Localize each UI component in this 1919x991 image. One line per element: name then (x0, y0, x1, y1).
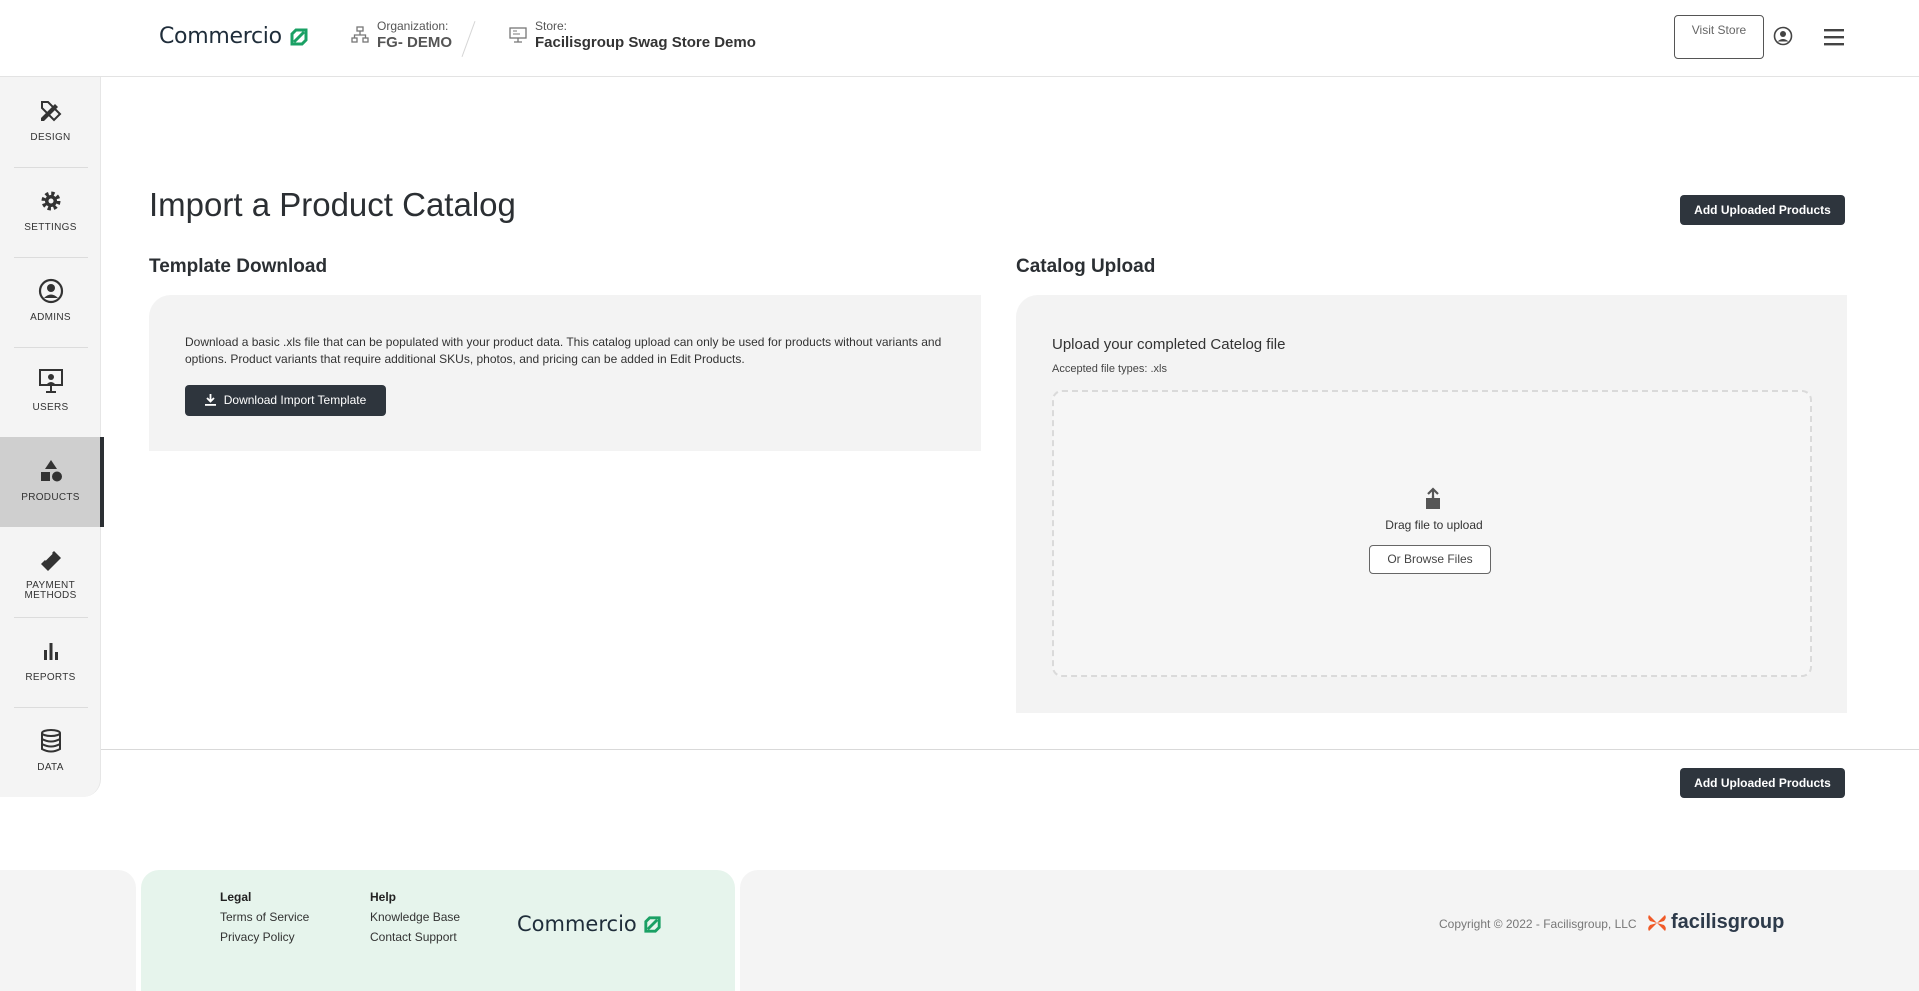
sidebar-label: PAYMENT METHODS (24, 580, 77, 601)
sidebar-label: USERS (32, 402, 69, 413)
accepted-file-types: Accepted file types: .xls (1052, 363, 1167, 375)
top-bar: Commercio Organization: FG- DEMO Store: … (0, 0, 1919, 77)
sidebar-item-products[interactable]: PRODUCTS (0, 437, 104, 527)
footer-commercio-logo: Commercio (517, 912, 663, 936)
org-value: FG- DEMO (377, 34, 452, 51)
organization-selector[interactable]: Organization: FG- DEMO (351, 19, 452, 53)
terms-link[interactable]: Terms of Service (220, 910, 309, 924)
sidebar-label: ADMINS (30, 312, 71, 323)
commercio-logo[interactable]: Commercio (159, 24, 310, 49)
user-account-icon[interactable] (1773, 26, 1793, 46)
header-separator (461, 20, 476, 58)
commercio-logo-icon (644, 915, 661, 933)
org-chart-icon (351, 26, 369, 43)
template-download-heading: Template Download (149, 256, 328, 277)
card-icon (41, 551, 61, 571)
template-download-panel: Download a basic .xls file that can be p… (149, 295, 981, 451)
presentation-user-icon (39, 369, 63, 393)
upload-share-icon (1426, 487, 1440, 509)
gear-icon (41, 191, 61, 211)
shapes-icon (41, 460, 62, 482)
org-label: Organization: (377, 19, 449, 33)
database-icon (41, 729, 61, 753)
sidebar-item-reports[interactable]: REPORTS (0, 617, 101, 707)
add-uploaded-products-button[interactable]: Add Uploaded Products (1680, 195, 1845, 225)
store-label: Store: (535, 19, 568, 33)
user-circle-icon (38, 278, 64, 304)
sidebar-label: DESIGN (30, 132, 71, 143)
sidebar-item-data[interactable]: DATA (0, 707, 101, 797)
sidebar-label: REPORTS (25, 672, 76, 683)
sidebar-label: PRODUCTS (21, 492, 80, 503)
store-value: Facilisgroup Swag Store Demo (535, 34, 756, 51)
add-uploaded-products-button-bottom[interactable]: Add Uploaded Products (1680, 768, 1845, 798)
pencil-ruler-icon (41, 101, 62, 122)
footer-brand-name: Commercio (517, 912, 637, 936)
upload-title: Upload your completed Catelog file (1052, 336, 1286, 353)
legal-heading: Legal (220, 890, 252, 904)
visit-store-button[interactable]: Visit Store (1674, 15, 1764, 59)
sidebar-label: SETTINGS (24, 222, 77, 233)
section-divider (101, 749, 1919, 750)
sidebar-item-settings[interactable]: SETTINGS (0, 167, 101, 257)
bar-chart-icon (44, 643, 58, 660)
download-template-button[interactable]: Download Import Template (185, 385, 386, 416)
commercio-logo-icon (290, 28, 308, 45)
copyright-text: Copyright © 2022 - Facilisgroup, LLC (1439, 917, 1637, 931)
facilisgroup-logo[interactable]: facilisgroup (1646, 911, 1784, 934)
help-heading: Help (370, 890, 397, 904)
store-monitor-icon (509, 27, 527, 43)
privacy-link[interactable]: Privacy Policy (220, 930, 295, 944)
contact-support-link[interactable]: Contact Support (370, 930, 457, 944)
facilisgroup-mark-icon (1648, 914, 1666, 931)
footer-left-panel (0, 870, 136, 991)
hamburger-menu-icon[interactable] (1824, 28, 1844, 46)
sidebar-item-design[interactable]: DESIGN (0, 77, 101, 167)
template-description: Download a basic .xls file that can be p… (185, 335, 942, 366)
download-template-label: Download Import Template (223, 393, 367, 407)
sidebar-label: DATA (37, 762, 64, 773)
brand-name: Commercio (159, 24, 282, 49)
sidebar-item-admins[interactable]: ADMINS (0, 257, 101, 347)
facilisgroup-wordmark: facilisgroup (1671, 911, 1785, 933)
sidebar-item-users[interactable]: USERS (0, 347, 101, 437)
catalog-upload-heading: Catalog Upload (1016, 256, 1156, 277)
file-dropzone[interactable]: Drag file to upload Or Browse Files (1052, 390, 1812, 677)
download-icon (204, 394, 216, 406)
browse-files-button[interactable]: Or Browse Files (1369, 545, 1491, 574)
drag-text: Drag file to upload (1385, 518, 1483, 532)
sidebar: DESIGN SETTINGS ADMINS USERS PRODUCTS PA… (0, 77, 104, 797)
catalog-upload-panel: Upload your completed Catelog file Accep… (1016, 295, 1847, 713)
sidebar-item-payment-methods[interactable]: PAYMENT METHODS (0, 527, 101, 617)
page-title: Import a Product Catalog (149, 186, 516, 223)
knowledge-base-link[interactable]: Knowledge Base (370, 910, 460, 924)
store-selector[interactable]: Store: Facilisgroup Swag Store Demo (509, 19, 756, 53)
